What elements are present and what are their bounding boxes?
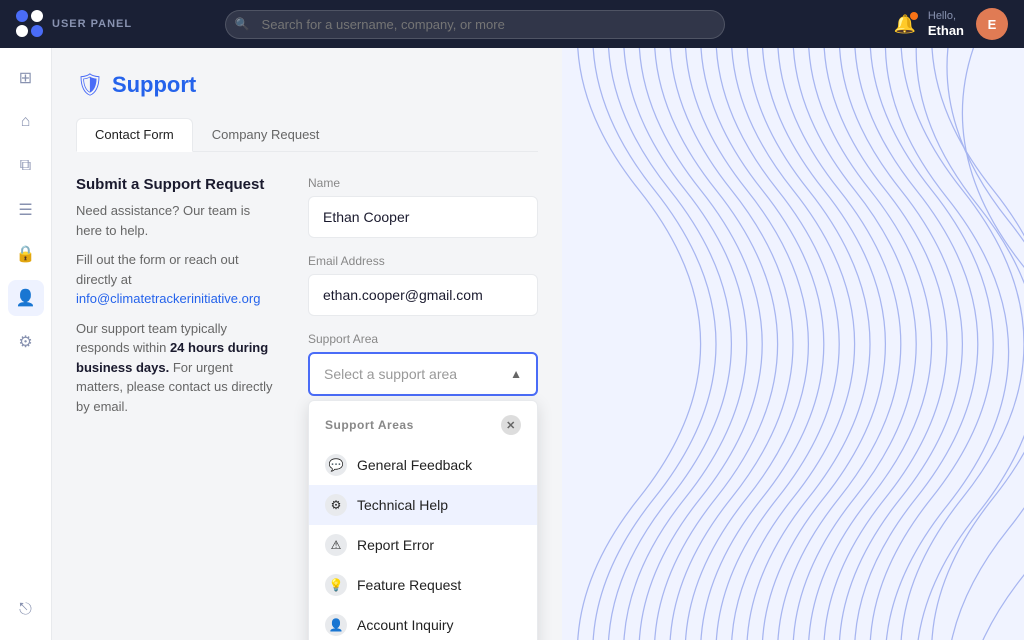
nav-right: 🔔 Hello, Ethan E: [893, 8, 1008, 40]
notification-badge: [910, 12, 918, 20]
report-error-icon: ⚠: [325, 534, 347, 556]
hello-text: Hello,: [928, 10, 964, 23]
tab-company-request[interactable]: Company Request: [193, 118, 339, 151]
dropdown-item-label: Report Error: [357, 537, 434, 553]
main-layout: ⊞ ⌂ ⧉ ☰ 🔒 👤 ⚙ ⎋ 🛡 Support Contact Form C…: [0, 48, 1024, 640]
email-field-group: Email Address: [308, 254, 538, 316]
sidebar-item-list[interactable]: ☰: [8, 192, 44, 228]
form-desc3: Our support team typically responds with…: [76, 319, 276, 417]
app-label: USER PANEL: [52, 18, 132, 30]
form-fields: Name Email Address Support Area Select a…: [308, 176, 538, 502]
support-area-dropdown-wrap: Select a support area ▲ Support Areas ✕: [308, 352, 538, 396]
sidebar-item-logout[interactable]: ⎋: [8, 592, 44, 628]
sidebar-item-layers[interactable]: ⧉: [8, 148, 44, 184]
email-link[interactable]: info@climatetrackerinitiative.org: [76, 291, 260, 306]
tab-contact-form[interactable]: Contact Form: [76, 118, 193, 152]
dropdown-item-label: Account Inquiry: [357, 617, 454, 633]
user-name: Ethan: [928, 23, 964, 39]
form-desc2: Fill out the form or reach out directly …: [76, 250, 276, 309]
decorative-panel: [562, 48, 1024, 640]
name-field-group: Name: [308, 176, 538, 238]
user-greeting: Hello, Ethan: [928, 10, 964, 39]
form-info: Submit a Support Request Need assistance…: [76, 176, 276, 502]
general-feedback-icon: 💬: [325, 454, 347, 476]
content-area: 🛡 Support Contact Form Company Request S…: [52, 48, 1024, 640]
page-title-area: 🛡 Support: [76, 72, 538, 98]
support-area-label: Support Area: [308, 332, 538, 346]
feature-request-icon: 💡: [325, 574, 347, 596]
dropdown-item-general-feedback[interactable]: 💬 General Feedback: [309, 445, 537, 485]
dropdown-placeholder: Select a support area: [324, 366, 457, 382]
sidebar-item-user[interactable]: 👤: [8, 280, 44, 316]
search-bar[interactable]: [225, 10, 725, 39]
close-dropdown-button[interactable]: ✕: [501, 415, 521, 435]
email-input[interactable]: [308, 274, 538, 316]
sidebar: ⊞ ⌂ ⧉ ☰ 🔒 👤 ⚙ ⎋: [0, 48, 52, 640]
form-heading: Submit a Support Request: [76, 176, 276, 193]
sidebar-item-settings[interactable]: ⚙: [8, 324, 44, 360]
name-label: Name: [308, 176, 538, 190]
search-input[interactable]: [225, 10, 725, 39]
name-input[interactable]: [308, 196, 538, 238]
form-desc1: Need assistance? Our team is here to hel…: [76, 201, 276, 240]
support-area-dropdown[interactable]: Select a support area ▲: [308, 352, 538, 396]
avatar[interactable]: E: [976, 8, 1008, 40]
main-panel: 🛡 Support Contact Form Company Request S…: [52, 48, 562, 640]
sidebar-item-lock[interactable]: 🔒: [8, 236, 44, 272]
dropdown-item-label: General Feedback: [357, 457, 472, 473]
navbar: USER PANEL 🔔 Hello, Ethan E: [0, 0, 1024, 48]
dropdown-item-label: Technical Help: [357, 497, 448, 513]
technical-help-icon: ⚙: [325, 494, 347, 516]
notifications-button[interactable]: 🔔: [893, 14, 915, 35]
support-icon: 🛡: [76, 72, 104, 98]
tabs: Contact Form Company Request: [76, 118, 538, 152]
email-label: Email Address: [308, 254, 538, 268]
support-area-field-group: Support Area Select a support area ▲ Sup…: [308, 332, 538, 396]
sidebar-item-home[interactable]: ⌂: [8, 104, 44, 140]
dropdown-item-feature-request[interactable]: 💡 Feature Request: [309, 565, 537, 605]
dropdown-item-report-error[interactable]: ⚠ Report Error: [309, 525, 537, 565]
logo-icon: [16, 10, 44, 38]
dropdown-item-label: Feature Request: [357, 577, 461, 593]
dropdown-item-account-inquiry[interactable]: 👤 Account Inquiry: [309, 605, 537, 640]
account-inquiry-icon: 👤: [325, 614, 347, 636]
sidebar-item-grid[interactable]: ⊞: [8, 60, 44, 96]
form-layout: Submit a Support Request Need assistance…: [76, 176, 538, 502]
chevron-down-icon: ▲: [510, 367, 522, 381]
page-title: Support: [112, 72, 196, 98]
dropdown-panel: Support Areas ✕ 💬 General Feedback ⚙ Tec…: [308, 400, 538, 640]
dropdown-item-technical-help[interactable]: ⚙ Technical Help: [309, 485, 537, 525]
logo: USER PANEL: [16, 10, 132, 38]
avatar-initials: E: [988, 17, 997, 32]
dropdown-header: Support Areas ✕: [309, 409, 537, 445]
dropdown-header-label: Support Areas: [325, 418, 414, 432]
